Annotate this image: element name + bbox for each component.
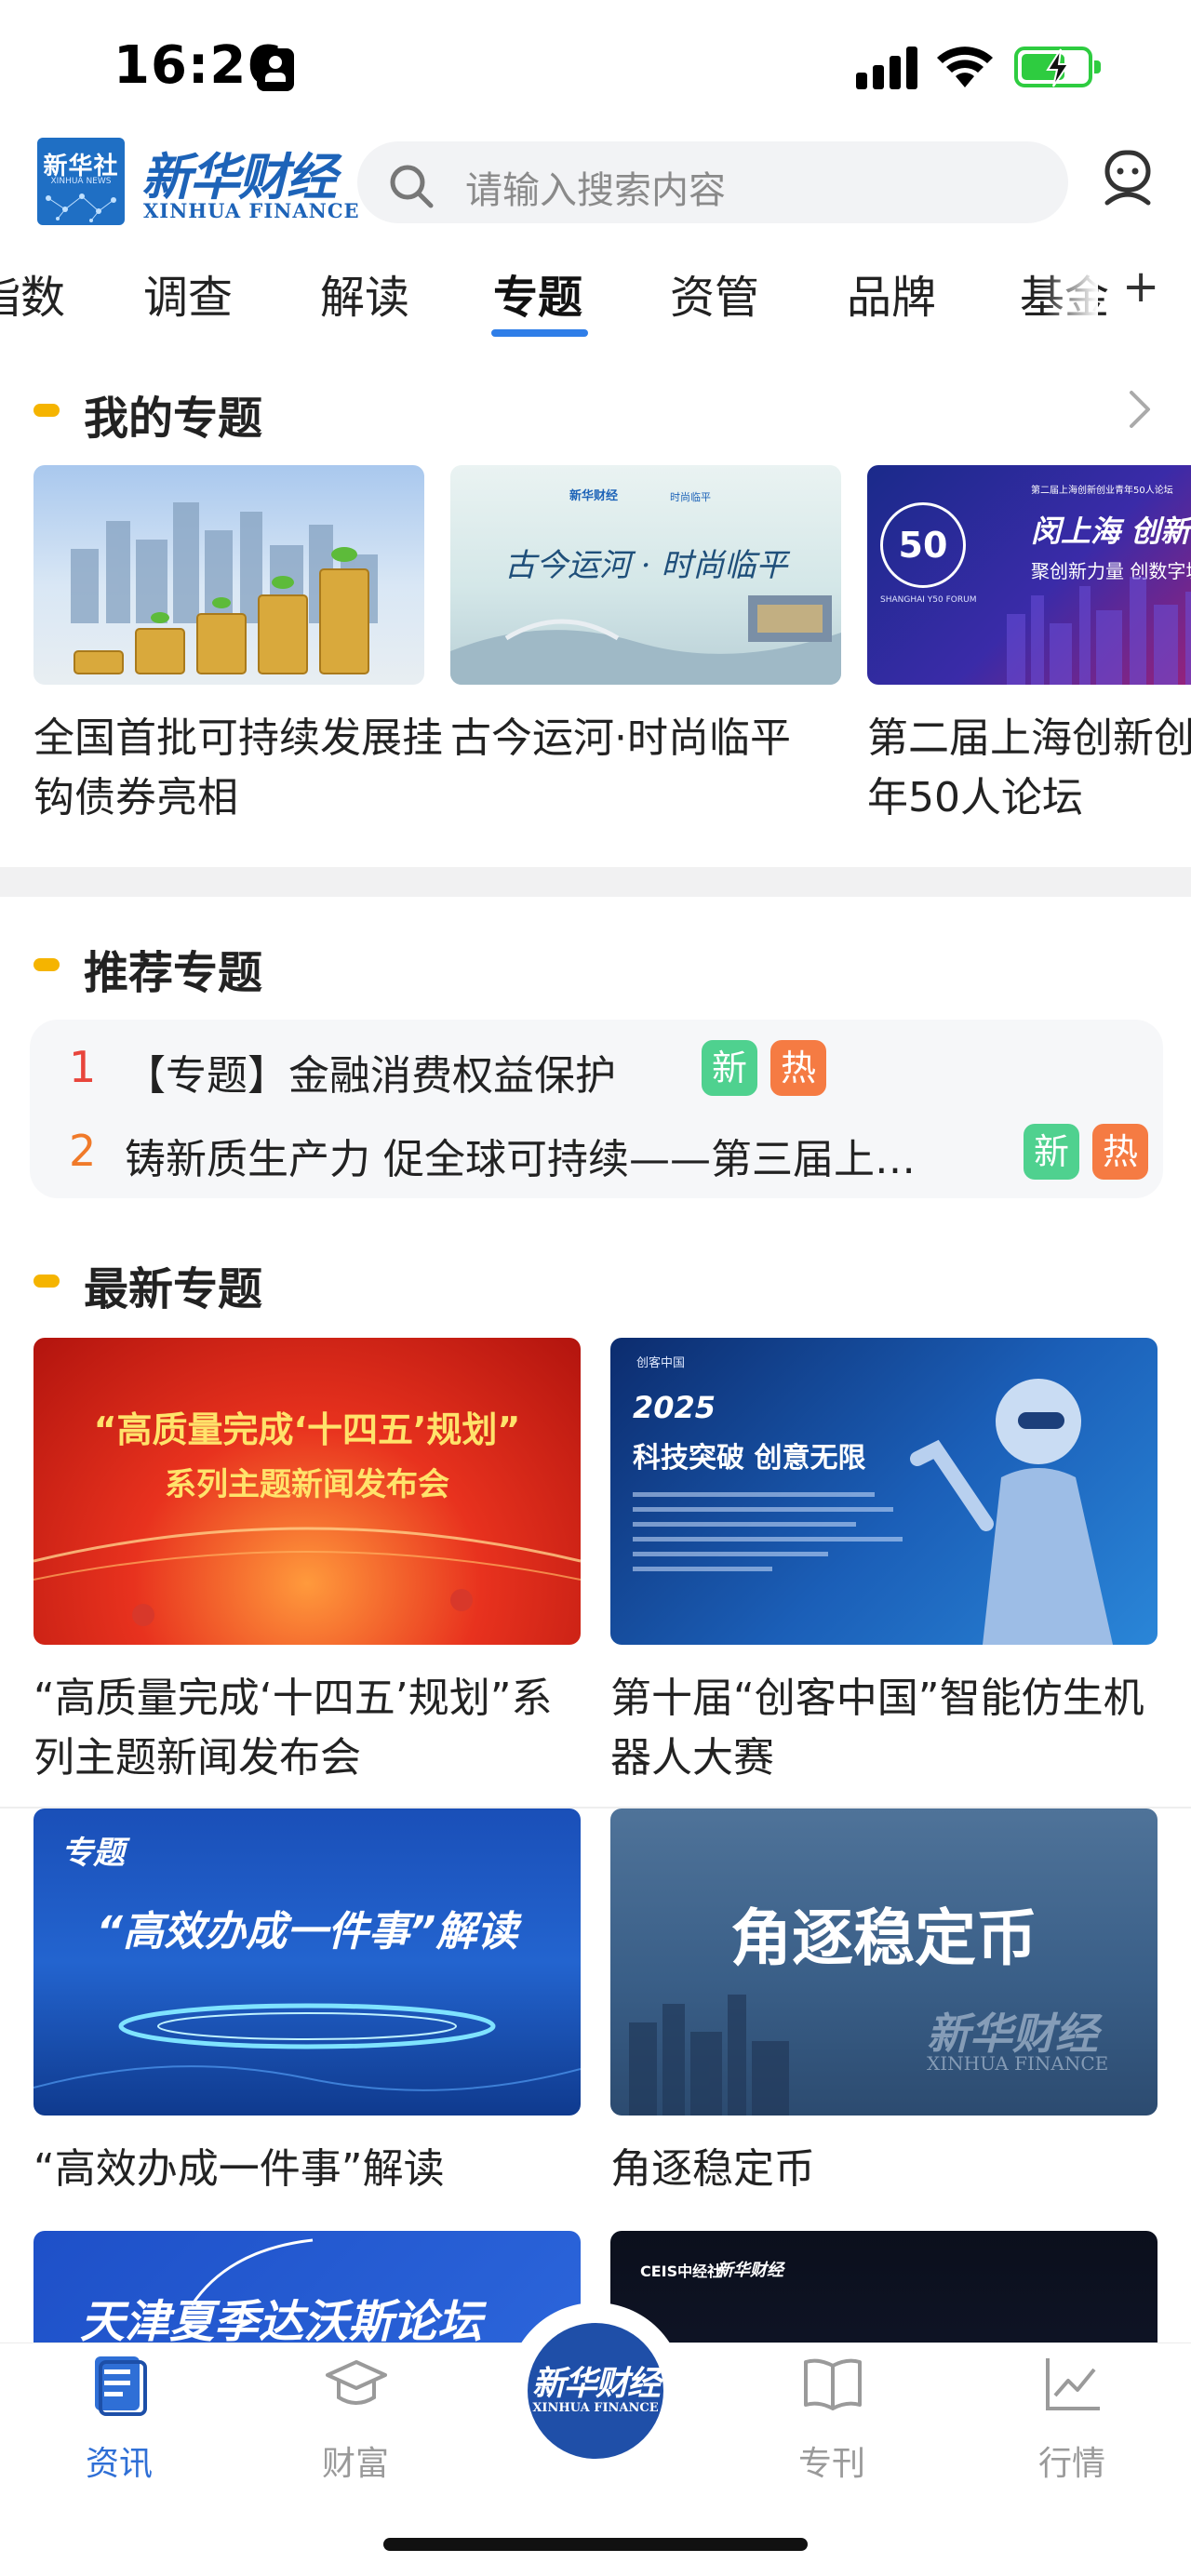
latest-topics-header: 最新专题 xyxy=(0,1247,1191,1315)
app-header: 新华社 XINHUA NEWS 新华财经 XINHUA FINANCE 请输入搜… xyxy=(0,130,1191,270)
logo-mark-sub: XINHUA NEWS xyxy=(50,177,112,186)
xinhua-finance-home-button[interactable]: 新华财经 XINHUA FINANCE xyxy=(507,2302,684,2479)
search-icon xyxy=(390,165,434,208)
orientation-lock-icon xyxy=(257,48,294,91)
topic-image-stablecoin: 角逐稳定币 新华财经 XINHUA FINANCE xyxy=(610,1809,1158,2116)
tab-asset-management[interactable]: 资管 xyxy=(670,260,759,326)
section-marker xyxy=(33,1275,60,1288)
new-badge: 新 xyxy=(702,1040,757,1096)
center-logo-word: 新华财经 xyxy=(531,2364,661,2403)
section-title: 最新专题 xyxy=(84,1263,263,1315)
topic-image-grand-canal: 新华财经 时尚临平 古今运河 · 时尚临平 xyxy=(450,465,841,685)
topic-image-press-conference: “高质量完成‘十四五’规划” 系列主题新闻发布会 xyxy=(33,1338,581,1645)
search-placeholder: 请输入搜索内容 xyxy=(465,169,726,212)
hot-badge: 热 xyxy=(770,1040,826,1096)
tab-topics[interactable]: 专题 xyxy=(493,260,582,326)
nav-label: 行情 xyxy=(1037,2445,1105,2483)
topic-title: “高质量完成‘十四五’规划”系列主题新闻发布会 xyxy=(33,1675,553,1782)
my-topics-carousel[interactable]: 全国首批可持续发展挂钩债券亮相 新华财经 时尚临平 古今运河 · 时尚临平 古今… xyxy=(0,465,1191,837)
tabs-fade xyxy=(1042,251,1098,344)
status-bar: 16:26 xyxy=(0,0,1191,130)
list-item[interactable]: 2 铸新质生产力 促全球可持续——第三届上… 新 热 xyxy=(30,1113,1163,1196)
topic-card[interactable]: 专题 “高效办成一件事”解读 “高效办成一件事”解读 xyxy=(33,1809,581,2199)
user-face-icon[interactable] xyxy=(1102,147,1154,208)
topic-title: 全国首批可持续发展挂钩债券亮相 xyxy=(33,714,443,821)
add-channel-button[interactable]: + xyxy=(1122,260,1159,313)
rank-number: 2 xyxy=(69,1126,97,1176)
section-divider xyxy=(0,867,1191,897)
active-tab-indicator xyxy=(491,329,588,337)
topic-card[interactable]: 创客中国 2025 科技突破 创意无限 第十届“创客中国”智能仿生机器人大赛 xyxy=(610,1338,1158,1788)
new-badge: 新 xyxy=(1024,1124,1079,1180)
xinhua-finance-en: XINHUA FINANCE xyxy=(143,199,360,222)
topic-title: 古今运河·时尚临平 xyxy=(450,714,791,762)
topic-card[interactable]: 角逐稳定币 新华财经 XINHUA FINANCE 角逐稳定币 xyxy=(610,1809,1158,2199)
nav-label: 资讯 xyxy=(85,2445,153,2483)
list-item-text: 铸新质生产力 促全球可持续——第三届上… xyxy=(125,1136,916,1183)
search-bar[interactable]: 请输入搜索内容 xyxy=(357,141,1068,223)
topic-title: “高效办成一件事”解读 xyxy=(33,2145,445,2193)
center-logo-en: XINHUA FINANCE xyxy=(532,2401,659,2415)
topic-card[interactable]: 全国首批可持续发展挂钩债券亮相 xyxy=(33,465,443,828)
open-book-icon xyxy=(804,2358,862,2410)
topic-image-forum: 50 SHANGHAI Y50 FORUM 第二届上海创新创业青年50人论坛 闵… xyxy=(867,465,1191,685)
nav-label: 专刊 xyxy=(797,2445,865,2483)
list-item-text: 【专题】金融消费权益保护 xyxy=(125,1052,616,1100)
cellular-signal-icon xyxy=(856,45,921,89)
tab-survey[interactable]: 调查 xyxy=(143,260,233,326)
tab-brand[interactable]: 品牌 xyxy=(847,260,936,326)
channel-tabs: 指数 调查 解读 专题 资管 品牌 基金 + xyxy=(0,251,1191,344)
topic-card[interactable]: “高质量完成‘十四五’规划” 系列主题新闻发布会 “高质量完成‘十四五’规划”系… xyxy=(33,1338,581,1788)
nav-label: 财富 xyxy=(321,2445,389,2483)
tab-index[interactable]: 指数 xyxy=(0,260,65,326)
image-logo: 新华财经 xyxy=(716,2261,783,2280)
news-doc-icon xyxy=(95,2356,147,2416)
rank-number: 1 xyxy=(69,1042,97,1092)
logo-network-icon xyxy=(46,194,116,222)
section-title: 我的专题 xyxy=(84,393,263,445)
wifi-icon xyxy=(937,47,993,87)
home-indicator[interactable] xyxy=(383,2538,808,2551)
xinhua-news-logo[interactable]: 新华社 XINHUA NEWS xyxy=(37,138,125,225)
topic-title: 角逐稳定币 xyxy=(610,2145,815,2193)
topic-image-coins-city xyxy=(33,465,424,685)
line-chart-icon xyxy=(1046,2358,1100,2410)
center-logo-disc: 新华财经 XINHUA FINANCE xyxy=(528,2323,663,2459)
topic-image-efficient-service: 专题 “高效办成一件事”解读 xyxy=(33,1809,581,2116)
recommended-topics-header: 推荐专题 xyxy=(0,930,1191,999)
section-title: 推荐专题 xyxy=(84,947,263,999)
list-item[interactable]: 1 【专题】金融消费权益保护 新 热 xyxy=(30,1029,1163,1113)
section-marker xyxy=(33,404,60,417)
topic-card[interactable]: 50 SHANGHAI Y50 FORUM 第二届上海创新创业青年50人论坛 闵… xyxy=(867,465,1191,828)
topic-title: 第十届“创客中国”智能仿生机器人大赛 xyxy=(610,1675,1144,1782)
chevron-right-icon[interactable] xyxy=(1126,387,1154,432)
topic-card[interactable]: 新华财经 时尚临平 古今运河 · 时尚临平 古今运河·时尚临平 xyxy=(450,465,841,768)
battery-icon xyxy=(1014,47,1101,87)
graduation-cap-icon xyxy=(326,2360,387,2405)
tab-analysis[interactable]: 解读 xyxy=(320,260,409,326)
topic-title: 第二届上海创新创业青年50人论坛 xyxy=(867,714,1191,821)
topic-image-robot-contest: 创客中国 2025 科技突破 创意无限 xyxy=(610,1338,1158,1645)
section-marker xyxy=(33,958,60,971)
hot-badge: 热 xyxy=(1092,1124,1148,1180)
recommended-list: 1 【专题】金融消费权益保护 新 热 2 铸新质生产力 促全球可持续——第三届上… xyxy=(30,1020,1163,1198)
image-brand: CEIS中经社 xyxy=(640,2262,723,2280)
my-topics-header[interactable]: 我的专题 xyxy=(0,376,1191,445)
